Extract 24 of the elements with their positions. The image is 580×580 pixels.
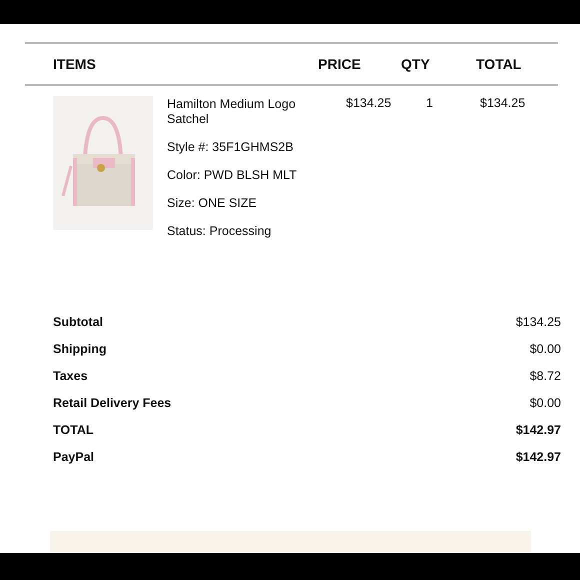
summary-label: TOTAL [53, 422, 94, 438]
summary-value: $142.97 [516, 422, 561, 438]
table-cell-text: $134.25 [479, 96, 526, 112]
summary-value: $8.72 [530, 368, 561, 384]
summary-label: Retail Delivery Fees [53, 395, 172, 411]
summary-value: $134.25 [516, 314, 561, 330]
product-detail: Size: ONE SIZE [167, 196, 258, 211]
summary-label: Taxes [53, 368, 88, 384]
column-header: ITEMS [52, 56, 97, 72]
summary-value: $0.00 [530, 341, 561, 357]
summary-value: $0.00 [530, 395, 561, 411]
column-header: QTY [401, 56, 431, 72]
column-header: TOTAL [475, 56, 522, 72]
product-name: Hamilton Medium Logo Satchel [167, 97, 297, 127]
product-detail: Status: Processing [167, 224, 272, 239]
product-detail: Color: PWD BLSH MLT [167, 168, 298, 183]
summary-label: Subtotal [53, 314, 103, 330]
column-header: PRICE [318, 56, 362, 72]
product-detail: Style #: 35F1GHMS2B [167, 140, 294, 155]
summary-value: $142.97 [516, 449, 561, 465]
table-cell-text: 1 [425, 96, 434, 112]
summary-label: PayPal [53, 449, 94, 465]
table-cell-text: $134.25 [345, 96, 392, 112]
summary-label: Shipping [53, 341, 106, 357]
